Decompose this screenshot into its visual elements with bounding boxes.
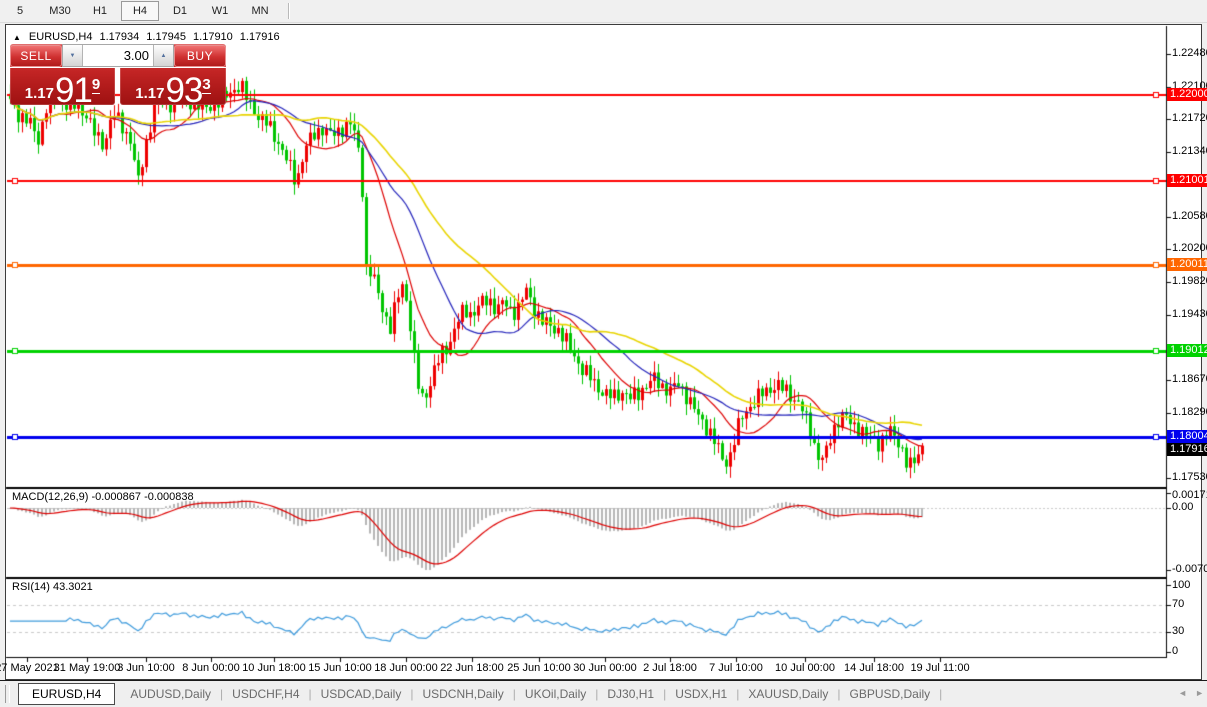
- timeframe-button-w1[interactable]: W1: [201, 1, 239, 21]
- collapse-panel-icon[interactable]: ▲: [13, 33, 21, 42]
- volume-decrease-button[interactable]: ▼: [63, 45, 83, 66]
- arrow-up-icon: ▲: [160, 52, 167, 59]
- volume-increase-button[interactable]: ▲: [153, 45, 173, 66]
- buy-price-display: 1.17 93 3: [120, 68, 226, 108]
- symbol-tab-bar: EURUSD,H4 AUDUSD,Daily | USDCHF,H4 | USDCAD,D…: [0, 680, 1207, 707]
- sell-price-pip: 9: [91, 76, 101, 94]
- timeframe-button-h4[interactable]: H4: [121, 1, 159, 21]
- arrow-down-icon: ▼: [69, 52, 76, 59]
- timeframe-button-m30[interactable]: M30: [41, 1, 79, 21]
- timeframe-button-5[interactable]: 5: [1, 1, 39, 21]
- sell-price-prefix: 1.17: [24, 85, 54, 102]
- timeframe-button-h1[interactable]: H1: [81, 1, 119, 21]
- ohlc-close-value: 1.17916: [239, 31, 280, 43]
- sell-price-big: 91: [54, 71, 93, 110]
- tab-scroll-right-icon[interactable]: ►: [1195, 688, 1204, 698]
- buy-button[interactable]: BUY: [174, 44, 226, 67]
- chart-tab-gbpusd-daily[interactable]: GBPUSD,Daily: [840, 687, 939, 701]
- ohlc-high-value: 1.17945: [146, 31, 187, 43]
- timeframe-toolbar: 5 M30 H1 H4 D1 W1 MN: [0, 0, 1207, 23]
- sell-price-display: 1.17 91 9: [10, 68, 115, 108]
- volume-spinner: ▼ ▲: [62, 44, 174, 67]
- buy-price-big: 93: [165, 71, 203, 110]
- volume-input[interactable]: [83, 45, 153, 66]
- chart-tab-usdx-h1[interactable]: USDX,H1: [666, 687, 736, 701]
- timeframe-button-d1[interactable]: D1: [161, 1, 199, 21]
- toolbar-separator: [288, 3, 290, 19]
- macd-indicator-label: MACD(12,26,9) -0.000867 -0.000838: [12, 491, 194, 503]
- sell-button[interactable]: SELL: [10, 44, 62, 67]
- chart-symbol-label: EURUSD,H4: [28, 31, 93, 43]
- rsi-indicator-label: RSI(14) 43.3021: [12, 581, 93, 593]
- chart-tab-dj30-h1[interactable]: DJ30,H1: [598, 687, 663, 701]
- tabbar-grip: [5, 685, 10, 703]
- chart-header: ▲ EURUSD,H4 1.17934 1.17945 1.17910 1.17…: [13, 31, 280, 43]
- mt4-terminal: { "toolbar": { "timeframes": [ {"label":…: [0, 0, 1207, 707]
- ohlc-low-value: 1.17910: [193, 31, 233, 43]
- chart-tab-xauusd-daily[interactable]: XAUUSD,Daily: [739, 687, 837, 701]
- tab-scroll-left-icon[interactable]: ◄: [1178, 688, 1187, 698]
- ohlc-open-value: 1.17934: [99, 31, 140, 43]
- chart-tab-usdchf-h4[interactable]: USDCHF,H4: [223, 687, 308, 701]
- buy-price-pip: 3: [202, 76, 211, 94]
- timeframe-button-mn[interactable]: MN: [241, 1, 279, 21]
- chart-tab-ukoil-daily[interactable]: UKOil,Daily: [516, 687, 595, 701]
- buy-price-prefix: 1.17: [135, 85, 165, 102]
- chart-tab-audusd-daily[interactable]: AUDUSD,Daily: [121, 687, 220, 701]
- chart-tab-eurusd-h4[interactable]: EURUSD,H4: [18, 683, 116, 705]
- tab-separator: |: [939, 687, 943, 701]
- chart-tab-usdcad-daily[interactable]: USDCAD,Daily: [312, 687, 411, 701]
- chart-tab-usdcnh-daily[interactable]: USDCNH,Daily: [413, 687, 512, 701]
